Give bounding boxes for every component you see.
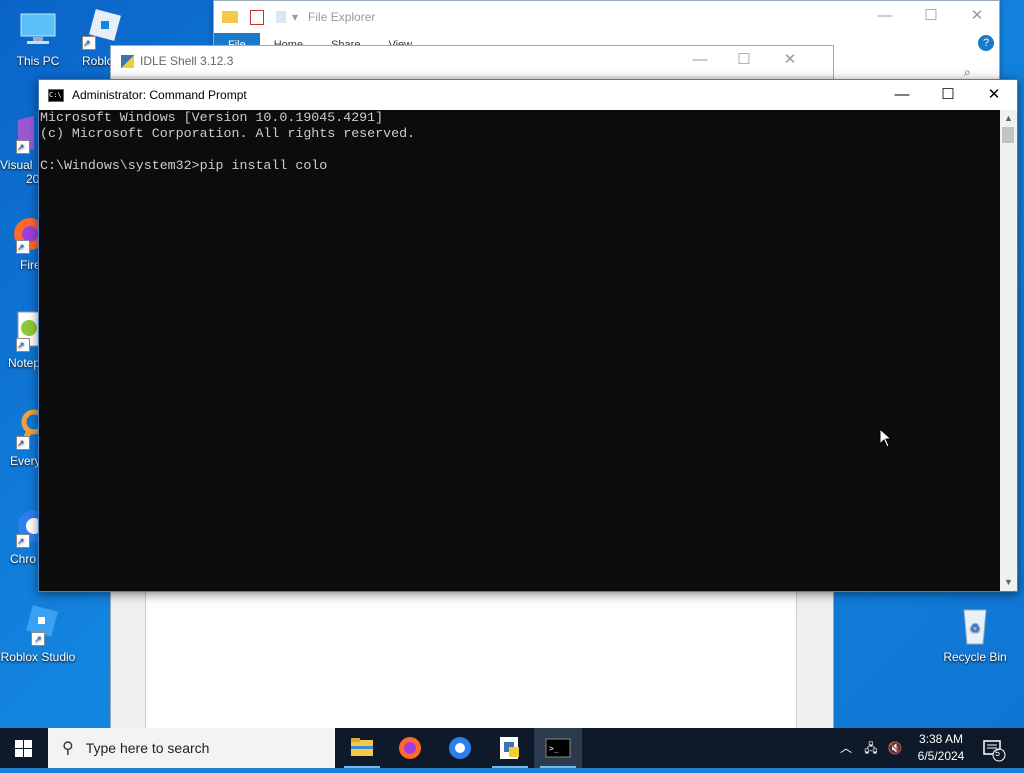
console-output[interactable]: Microsoft Windows [Version 10.0.19045.42… [39,110,1002,591]
shortcut-arrow-icon: ↗ [16,338,30,352]
scroll-down-icon[interactable]: ▼ [1000,574,1017,591]
quick-access-dropdown-icon[interactable]: ▾ [292,10,298,24]
python-icon [121,54,134,68]
taskbar: ⚲ Type here to search >_ ︿ 🖧 🔇 3:38 AM 6… [0,728,1024,768]
desktop-icon-label: Chro [10,552,37,566]
command-prompt-window[interactable]: C:\ Administrator: Command Prompt — ☐ ✕ … [38,79,1018,592]
desktop-icon-label: Visual [0,158,33,172]
desktop-icon-roblox-studio[interactable]: ↗ Roblox Studio [0,604,76,664]
svg-text:>_: >_ [549,744,559,753]
desktop-icon-visual-studio[interactable]: ↗ Visual 20 [0,112,40,186]
taskbar-clock[interactable]: 3:38 AM 6/5/2024 [910,731,972,765]
chrome-icon: ↗ [0,506,40,548]
recycle-bin-icon: ♻ [954,604,996,646]
everything-search-icon: ↗ [0,408,40,450]
taskbar-python-idle[interactable] [486,728,534,768]
shortcut-arrow-icon: ↗ [16,140,30,154]
shortcut-arrow-icon: ↗ [31,632,45,646]
windows-logo-icon [15,740,32,757]
desktop-icon-label: Roblox Studio [0,650,76,664]
svg-text:♻: ♻ [970,621,981,635]
notepad-plus-icon: ↗ [0,310,40,352]
search-icon: ⚲ [62,740,74,757]
maximize-button[interactable]: ☐ [908,1,954,33]
minimize-button[interactable]: — [862,1,908,33]
console-prompt-line[interactable]: C:\Windows\system32>pip install colo [40,158,1001,174]
network-icon[interactable]: 🖧 [860,728,882,768]
desktop-icon-this-pc[interactable]: This PC [0,8,76,68]
scrollbar-thumb[interactable] [1002,127,1014,143]
shortcut-arrow-icon: ↗ [16,240,30,254]
cmd-maximize-button[interactable]: ☐ [925,80,971,110]
notification-icon [983,740,1006,762]
desktop-icon-label: Recycle Bin [943,650,1007,664]
desktop-icon-label: Notep [8,356,40,370]
firefox-icon [399,737,421,759]
desktop-icon-chrome[interactable]: ↗ Chro [0,506,40,566]
desktop-icon-label: Fire [20,258,40,272]
shortcut-arrow-icon: ↗ [82,36,96,50]
explorer-title: File Explorer [308,10,376,24]
clock-date: 6/5/2024 [917,749,965,763]
computer-icon [17,8,59,50]
cmd-close-button[interactable]: ✕ [971,80,1017,110]
vertical-scrollbar[interactable]: ▲ ▼ [1000,110,1017,591]
search-icon[interactable]: ⌕ [964,65,971,80]
new-folder-icon[interactable] [276,11,286,23]
file-explorer-icon [351,738,373,756]
desktop-icon-notepad[interactable]: ↗ Notep [0,310,40,370]
cmd-title: Administrator: Command Prompt [72,88,247,102]
taskbar-file-explorer[interactable] [338,728,386,768]
python-idle-icon [500,737,519,759]
taskbar-chrome[interactable] [436,728,484,768]
visual-studio-icon: ↗ [0,112,40,154]
help-icon[interactable]: ? [978,35,994,51]
start-button[interactable] [0,728,48,768]
taskbar-firefox[interactable] [386,728,434,768]
action-center-button[interactable]: 5 [978,728,1008,768]
mouse-cursor-icon [879,427,893,453]
firefox-icon: ↗ [0,212,40,254]
console-line: (c) Microsoft Corporation. All rights re… [40,126,416,141]
cmd-icon: C:\ [48,88,64,102]
folder-icon [222,11,238,23]
desktop-icon-label-line2: 20 [26,172,40,186]
desktop-icon-label: Every [10,454,40,468]
shortcut-arrow-icon: ↗ [16,436,30,450]
idle-minimize-button[interactable]: — [677,45,723,77]
clock-time: 3:38 AM [918,732,964,746]
taskbar-search-box[interactable]: ⚲ Type here to search [48,728,335,768]
volume-muted-icon[interactable]: 🔇 [884,728,906,768]
search-placeholder: Type here to search [85,740,210,756]
show-hidden-icons-chevron-icon[interactable]: ︿ [836,728,856,768]
cmd-titlebar: C:\ Administrator: Command Prompt [39,80,1017,110]
notification-count-badge: 5 [995,748,1001,758]
scroll-up-icon[interactable]: ▲ [1000,110,1017,127]
shortcut-arrow-icon: ↗ [16,534,30,548]
idle-close-button[interactable]: ✕ [767,45,813,77]
idle-shell-text-area[interactable] [145,586,797,731]
roblox-studio-icon: ↗ [17,604,59,646]
desktop-icon-firefox[interactable]: ↗ Fire [0,212,40,272]
desktop-icon-everything[interactable]: ↗ Every [0,408,40,468]
desktop-icon-label: This PC [16,54,60,68]
command-prompt-icon: >_ [545,738,571,758]
chrome-icon [449,737,471,759]
taskbar-command-prompt[interactable]: >_ [534,728,582,768]
desktop-icon-recycle-bin[interactable]: ♻ Recycle Bin [937,604,1013,664]
properties-icon[interactable] [250,9,264,25]
roblox-icon: ↗ [82,8,122,50]
cmd-minimize-button[interactable]: — [879,80,925,110]
console-line: Microsoft Windows [Version 10.0.19045.42… [40,110,384,125]
idle-maximize-button[interactable]: ☐ [721,45,767,77]
close-button[interactable]: ✕ [954,1,1000,33]
idle-title: IDLE Shell 3.12.3 [140,54,234,68]
